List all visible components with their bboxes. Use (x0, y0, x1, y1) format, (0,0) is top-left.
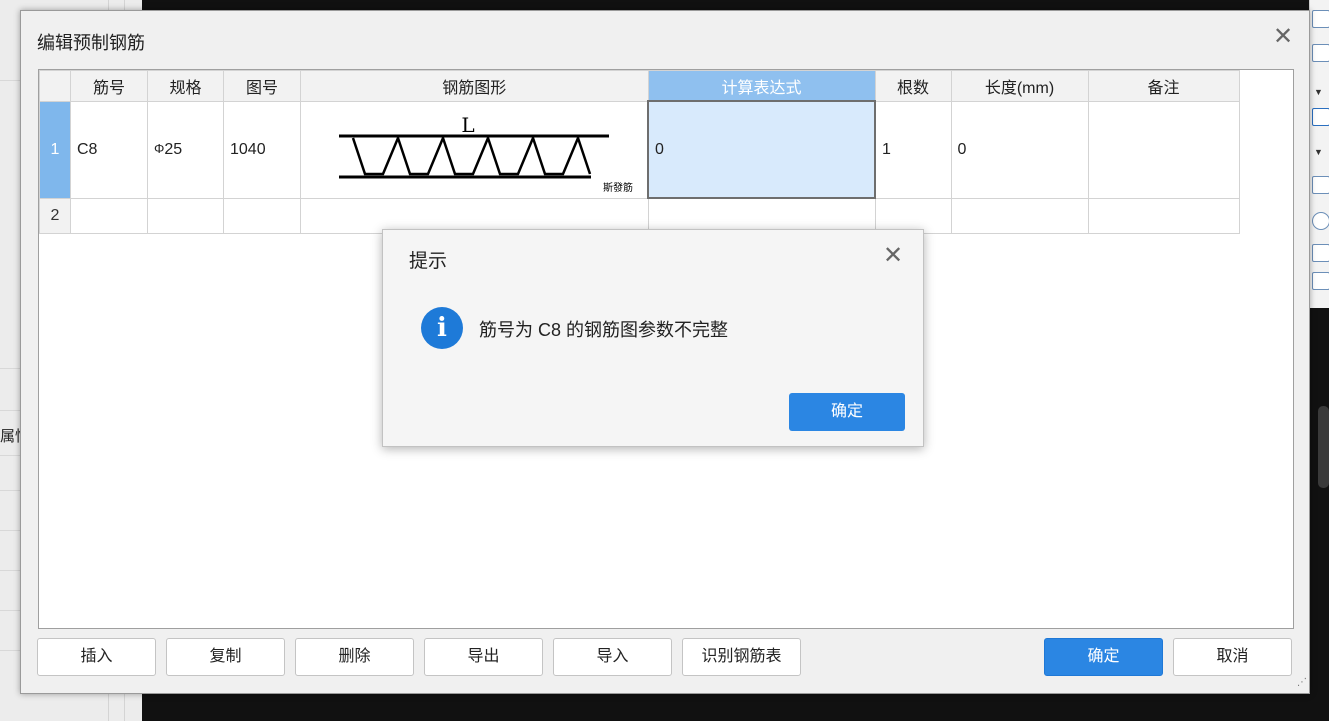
list-icon[interactable] (1312, 244, 1329, 262)
cell-bar-no[interactable]: C8 (70, 100, 148, 199)
table-row[interactable]: 2 (39, 197, 1240, 234)
alert-title: 提示 (409, 251, 448, 272)
header-remark[interactable]: 备注 (1087, 70, 1240, 102)
cell-formula[interactable]: 0 (647, 100, 876, 199)
cell-length[interactable] (950, 197, 1089, 234)
cell-count[interactable] (874, 197, 952, 234)
cell-remark[interactable] (1087, 197, 1240, 234)
box-icon[interactable] (1312, 108, 1329, 126)
cell-shape[interactable] (300, 197, 649, 234)
properties-label: 属性 (0, 428, 22, 445)
view-icon[interactable] (1312, 10, 1329, 28)
header-shape[interactable]: 钢筋图形 (300, 70, 649, 102)
copy-button[interactable]: 复制 (166, 638, 285, 676)
chevron-down-icon[interactable]: ▼ (1314, 148, 1323, 157)
sphere-icon[interactable] (1312, 212, 1329, 230)
cell-bar-no[interactable] (70, 197, 148, 234)
close-icon[interactable]: ✕ (883, 244, 903, 268)
cell-figure-no[interactable] (223, 197, 301, 234)
rebar-grade-symbol: Φ (154, 140, 165, 156)
info-icon: i (421, 307, 463, 349)
shape-length-label: L (461, 113, 474, 137)
table-header-row: 筋号 规格 图号 钢筋图形 计算表达式 根数 长度(mm) 备注 (39, 70, 1240, 102)
ok-button[interactable]: 确定 (1044, 638, 1163, 676)
scrollbar-thumb[interactable] (1318, 406, 1329, 488)
header-figure-no[interactable]: 图号 (223, 70, 301, 102)
header-spec[interactable]: 规格 (147, 70, 224, 102)
cell-formula[interactable] (647, 197, 876, 234)
row-number[interactable]: 1 (39, 100, 71, 199)
dialog-title: 编辑预制钢筋 (37, 33, 145, 53)
header-bar-no[interactable]: 筋号 (70, 70, 148, 102)
background-right-toolbar: ▼ ▼ (1309, 0, 1329, 308)
header-count[interactable]: 根数 (874, 70, 952, 102)
table-row[interactable]: 1 C8 Φ25 1040 L 斯發筋 0 1 0 (39, 100, 1240, 199)
resize-grip-icon[interactable]: ⋰ (1297, 677, 1307, 688)
cell-spec[interactable]: Φ25 (147, 100, 224, 199)
cell-length[interactable]: 0 (950, 100, 1089, 199)
chevron-down-icon[interactable]: ▼ (1314, 88, 1323, 97)
cell-figure-no[interactable]: 1040 (223, 100, 301, 199)
cancel-button[interactable]: 取消 (1173, 638, 1292, 676)
cell-count[interactable]: 1 (874, 100, 952, 199)
row-number[interactable]: 2 (39, 197, 71, 234)
rebar-truss-shape: L 斯發筋 (339, 113, 633, 194)
header-rownum[interactable] (39, 70, 71, 102)
close-icon[interactable]: ✕ (1273, 25, 1293, 49)
eye-icon[interactable] (1312, 272, 1329, 290)
recognize-rebar-table-button[interactable]: 识别钢筋表 (682, 638, 801, 676)
delete-button[interactable]: 删除 (295, 638, 414, 676)
alert-dialog: 提示 ✕ i 筋号为 C8 的钢筋图参数不完整 确定 (382, 229, 924, 447)
cell-spec[interactable] (147, 197, 224, 234)
shape-bottom-label: 斯發筋 (603, 181, 633, 193)
alert-message: 筋号为 C8 的钢筋图参数不完整 (479, 320, 729, 340)
export-button[interactable]: 导出 (424, 638, 543, 676)
header-formula[interactable]: 计算表达式 (647, 70, 876, 102)
cell-remark[interactable] (1087, 100, 1240, 199)
alert-ok-button[interactable]: 确定 (789, 393, 905, 431)
rebar-table: 筋号 规格 图号 钢筋图形 计算表达式 根数 长度(mm) 备注 1 C8 Φ2… (39, 70, 1240, 234)
cell-shape[interactable]: L 斯發筋 (300, 100, 649, 199)
import-button[interactable]: 导入 (553, 638, 672, 676)
header-length[interactable]: 长度(mm) (950, 70, 1089, 102)
rebar-diameter: 25 (164, 140, 183, 158)
insert-button[interactable]: 插入 (37, 638, 156, 676)
cube-icon[interactable] (1312, 44, 1329, 62)
layer-icon[interactable] (1312, 176, 1329, 194)
